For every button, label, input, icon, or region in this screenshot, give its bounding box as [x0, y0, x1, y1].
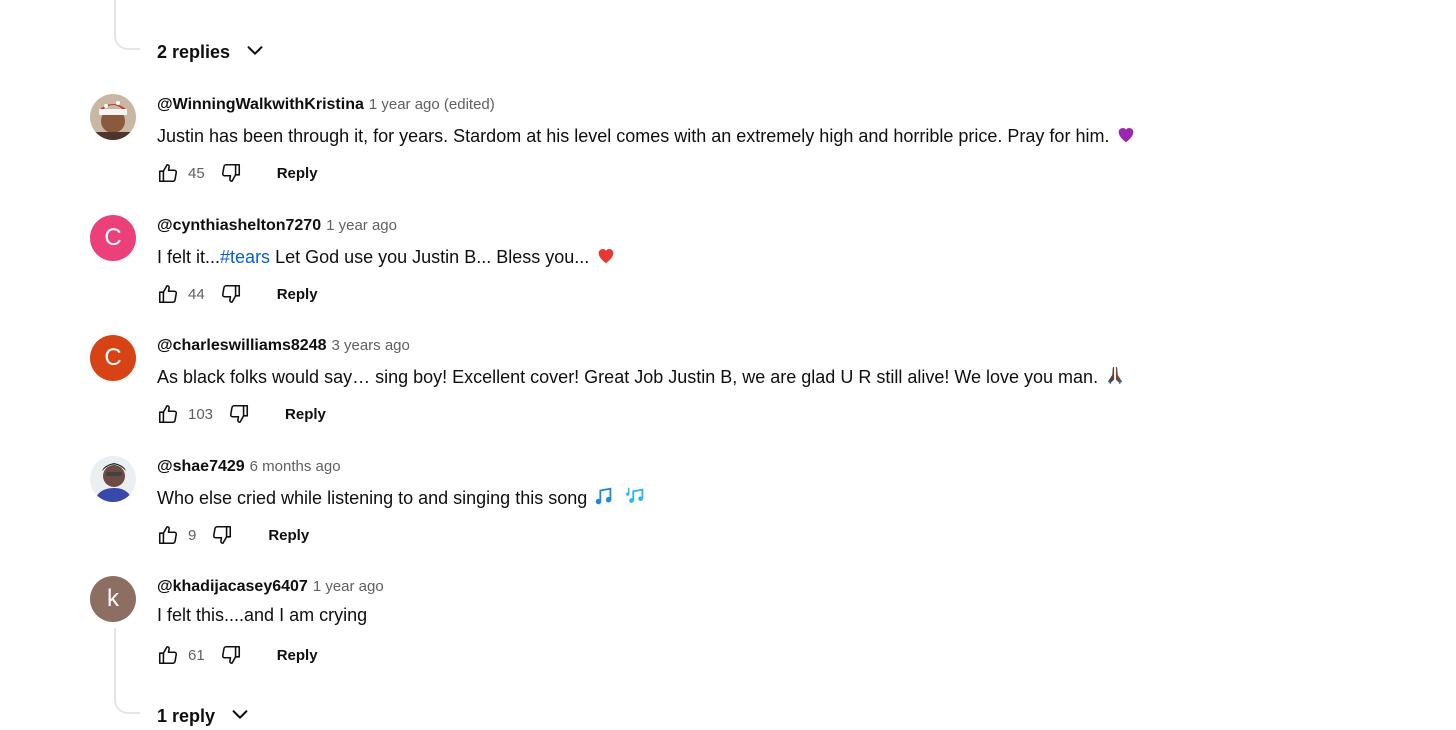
comment: k @khadijacasey6407 1 year ago I felt th… [90, 576, 1340, 686]
comment-timestamp[interactable]: 1 year ago [313, 578, 384, 595]
comment-timestamp[interactable]: 6 months ago [250, 458, 341, 475]
comment-timestamp[interactable]: 3 years ago [331, 337, 409, 354]
like-button[interactable] [157, 524, 179, 546]
comment: C @cynthiashelton7270 1 year ago I felt … [90, 215, 1340, 325]
like-button[interactable] [157, 403, 179, 425]
comment-actions: 45 Reply [157, 162, 318, 184]
avatar-letter: C [104, 344, 122, 371]
reply-button[interactable]: Reply [285, 406, 326, 423]
replies-toggle-label: 1 reply [157, 706, 216, 726]
comment: @shae7429 6 months ago Who else cried wh… [90, 456, 1340, 566]
dislike-button[interactable] [220, 162, 242, 184]
dislike-button[interactable] [220, 644, 242, 666]
chevron-down-icon [244, 39, 266, 66]
like-count: 44 [188, 285, 205, 303]
comment-text: Who else cried while listening to and si… [157, 485, 647, 509]
hashtag-link[interactable]: #tears [220, 247, 270, 267]
comment-author[interactable]: @khadijacasey6407 [157, 578, 308, 596]
comment-author[interactable]: @shae7429 [157, 458, 245, 476]
music-note-icon [593, 485, 615, 507]
dislike-button[interactable] [211, 524, 233, 546]
reply-button[interactable]: Reply [268, 527, 309, 544]
dislike-button[interactable] [228, 403, 250, 425]
comment-text: Justin has been through it, for years. S… [157, 123, 1137, 147]
replies-toggle[interactable]: 1 reply [157, 703, 251, 730]
like-count: 9 [188, 526, 197, 544]
comment: @WinningWalkwithKristina 1 year ago (edi… [90, 94, 1340, 204]
comment-timestamp[interactable]: 1 year ago [326, 217, 397, 234]
avatar-letter: k [107, 585, 119, 612]
like-button[interactable] [157, 644, 179, 666]
comment-timestamp[interactable]: 1 year ago (edited) [369, 96, 495, 113]
chevron-down-icon [229, 703, 251, 730]
avatar[interactable] [90, 94, 136, 140]
comment-author[interactable]: @charleswilliams8248 [157, 337, 326, 355]
comment-actions: 9 Reply [157, 524, 309, 546]
reply-button[interactable]: Reply [277, 286, 318, 303]
dislike-button[interactable] [220, 283, 242, 305]
comment-actions: 61 Reply [157, 644, 318, 666]
replies-toggle[interactable]: 2 replies [157, 39, 266, 66]
comment-author[interactable]: @cynthiashelton7270 [157, 217, 321, 235]
avatar-letter: C [104, 224, 122, 251]
like-count: 45 [188, 164, 205, 182]
comment-author[interactable]: @WinningWalkwithKristina [157, 96, 364, 114]
purple-heart-icon [1115, 123, 1137, 145]
comment-actions: 103 Reply [157, 403, 326, 425]
red-heart-icon [595, 244, 617, 266]
like-button[interactable] [157, 283, 179, 305]
reply-button[interactable]: Reply [277, 647, 318, 664]
comment-text: As black folks would say… sing boy! Exce… [157, 364, 1126, 388]
thread-line [114, 0, 140, 50]
comment-actions: 44 Reply [157, 283, 318, 305]
music-notes-icon [625, 485, 647, 507]
comment-text: I felt it...#tears Let God use you Justi… [157, 244, 617, 268]
comment: C @charleswilliams8248 3 years ago As bl… [90, 335, 1340, 445]
avatar[interactable] [90, 456, 136, 502]
replies-toggle-label: 2 replies [157, 42, 231, 62]
reply-button[interactable]: Reply [277, 165, 318, 182]
comment-text: I felt this....and I am crying [157, 605, 368, 625]
like-button[interactable] [157, 162, 179, 184]
like-count: 61 [188, 646, 205, 664]
praying-hands-icon [1104, 364, 1126, 386]
like-count: 103 [188, 405, 214, 423]
avatar[interactable]: k [90, 576, 136, 622]
avatar[interactable]: C [90, 215, 136, 261]
avatar[interactable]: C [90, 335, 136, 381]
